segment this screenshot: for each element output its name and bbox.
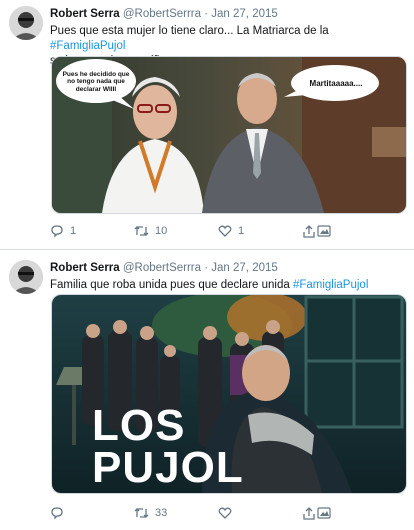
reply-count: 1 bbox=[70, 225, 77, 237]
tweet-header: Robert Serra @RobertSerrra · Jan 27, 201… bbox=[50, 8, 278, 20]
retweet-button[interactable]: 33 bbox=[134, 506, 167, 520]
author-handle[interactable]: @RobertSerrra bbox=[123, 8, 201, 20]
tweet-1[interactable]: Robert Serra @RobertSerrra · Jan 27, 201… bbox=[0, 0, 414, 246]
avatar[interactable] bbox=[9, 260, 43, 294]
separator-dot: · bbox=[204, 8, 209, 20]
share-button[interactable] bbox=[302, 224, 332, 239]
tweet-date[interactable]: Jan 27, 2015 bbox=[211, 8, 278, 20]
hashtag-link[interactable]: #FamigliaPujol bbox=[50, 40, 125, 52]
retweet-icon bbox=[134, 508, 149, 518]
retweet-count: 33 bbox=[155, 507, 168, 519]
like-icon bbox=[218, 225, 232, 237]
separator-dot: · bbox=[204, 262, 209, 274]
tweet-actions: 1 10 1 bbox=[50, 224, 350, 240]
tweet-date[interactable]: Jan 27, 2015 bbox=[211, 262, 278, 274]
author-name[interactable]: Robert Serra bbox=[50, 8, 120, 20]
reply-button[interactable] bbox=[50, 506, 70, 520]
reply-button[interactable]: 1 bbox=[50, 224, 76, 238]
tweet-image[interactable]: Pues he decidido que no tengo nada que d… bbox=[51, 56, 407, 214]
speech-bubble-right: Martitaaaaa.... bbox=[298, 69, 374, 97]
speech-bubble-left: Pues he decidido que no tengo nada que d… bbox=[62, 65, 130, 99]
poster-title-line1: LOS bbox=[92, 401, 186, 450]
share-icon bbox=[303, 225, 331, 238]
like-count: 1 bbox=[238, 225, 245, 237]
like-button[interactable]: 1 bbox=[218, 224, 244, 238]
share-icon bbox=[303, 507, 331, 520]
share-button[interactable] bbox=[302, 506, 332, 521]
reply-icon bbox=[51, 507, 63, 520]
poster-title: LOS PUJOL bbox=[92, 401, 244, 492]
reply-icon bbox=[51, 225, 63, 238]
retweet-button[interactable]: 10 bbox=[134, 224, 167, 238]
retweet-count: 10 bbox=[155, 225, 168, 237]
tweet-divider bbox=[0, 249, 414, 250]
author-handle[interactable]: @RobertSerrra bbox=[123, 262, 201, 274]
like-button[interactable] bbox=[218, 506, 238, 520]
tweet-2[interactable]: Robert Serra @RobertSerrra · Jan 27, 201… bbox=[0, 254, 414, 530]
avatar[interactable] bbox=[9, 6, 43, 40]
tweet-image[interactable]: LOS PUJOL bbox=[51, 294, 407, 494]
retweet-icon bbox=[134, 226, 149, 236]
tweet-text-body: Familia que roba unida pues que declare … bbox=[50, 279, 290, 291]
tweet-text: Familia que roba unida pues que declare … bbox=[50, 278, 406, 293]
author-name[interactable]: Robert Serra bbox=[50, 262, 120, 274]
hashtag-link[interactable]: #FamigliaPujol bbox=[293, 279, 368, 291]
poster-title-line2: PUJOL bbox=[92, 443, 244, 492]
like-icon bbox=[218, 507, 232, 519]
tweet-header: Robert Serra @RobertSerrra · Jan 27, 201… bbox=[50, 262, 278, 274]
tweet-text-body: Pues que esta mujer lo tiene claro... La… bbox=[50, 25, 329, 37]
tweet-actions: 33 bbox=[50, 506, 350, 522]
